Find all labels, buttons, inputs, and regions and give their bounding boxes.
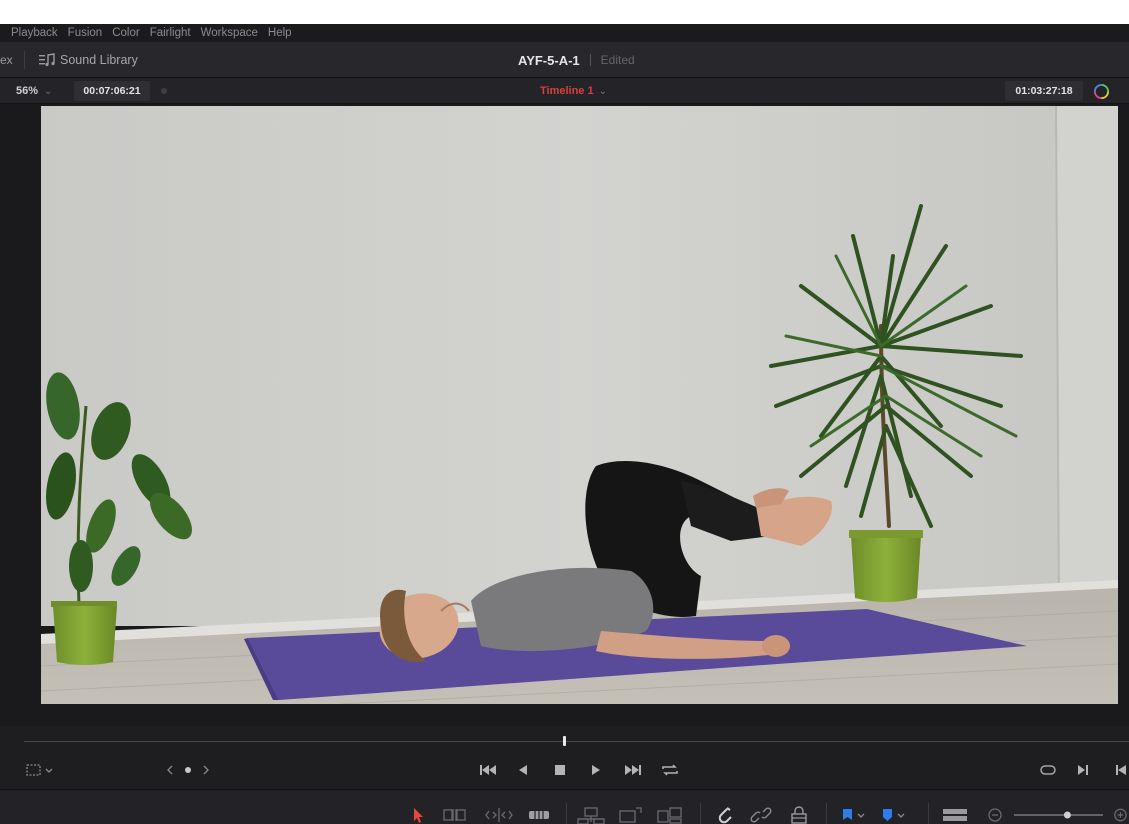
transport-controls <box>0 748 1129 790</box>
zoom-in-icon[interactable] <box>1110 805 1129 824</box>
timeline-selector[interactable]: Timeline 1 ⌄ <box>540 78 607 104</box>
divider <box>700 803 701 824</box>
menu-fairlight[interactable]: Fairlight <box>150 27 191 39</box>
menu-color[interactable]: Color <box>112 27 139 39</box>
marker-icon[interactable] <box>878 805 908 824</box>
safe-area-icon[interactable] <box>26 762 56 778</box>
zoom-out-icon[interactable] <box>985 805 1005 824</box>
edit-toolbar <box>0 791 1129 824</box>
divider <box>928 803 929 824</box>
status-dot-icon <box>161 88 167 94</box>
project-status: Edited <box>600 53 635 67</box>
flag-icon[interactable] <box>838 805 868 824</box>
play-icon[interactable] <box>589 762 603 778</box>
blade-tool-icon[interactable] <box>527 805 551 824</box>
color-wheel-icon[interactable] <box>1093 83 1110 100</box>
menu-bar: Playback Fusion Color Fairlight Workspac… <box>0 24 1129 42</box>
loop-icon[interactable] <box>660 762 680 778</box>
snapping-icon[interactable] <box>713 805 735 824</box>
video-frame[interactable] <box>41 106 1118 704</box>
timeline-name: Timeline 1 <box>540 85 594 97</box>
menu-playback[interactable]: Playback <box>11 27 58 39</box>
position-lock-icon[interactable] <box>789 805 809 824</box>
trim-tool-icon[interactable] <box>442 805 468 824</box>
stop-icon[interactable] <box>553 762 567 778</box>
record-timecode: 01:03:27:18 <box>1005 81 1083 101</box>
scrubber-track[interactable] <box>24 741 1129 742</box>
linked-selection-icon[interactable] <box>750 805 772 824</box>
zoom-slider-handle[interactable] <box>1063 811 1071 819</box>
sound-library-button[interactable]: Sound Library <box>39 53 138 67</box>
insert-clip-icon[interactable] <box>576 805 606 824</box>
chevron-down-icon: ⌄ <box>44 85 53 97</box>
menu-fusion[interactable]: Fusion <box>68 27 103 39</box>
menu-help[interactable]: Help <box>268 27 292 39</box>
sound-library-label: Sound Library <box>60 53 138 67</box>
zoom-dropdown[interactable]: 56% ⌄ <box>16 78 52 104</box>
selection-tool-icon[interactable] <box>410 805 426 824</box>
divider <box>589 54 591 66</box>
timeline-view-icon[interactable] <box>940 805 970 824</box>
sound-library-icon <box>39 53 55 67</box>
viewer-header: 56% ⌄ 00:07:06:21 Timeline 1 ⌄ 01:03:27:… <box>0 78 1129 104</box>
dynamic-trim-icon[interactable] <box>484 805 514 824</box>
scrubber-bar[interactable] <box>0 726 1129 748</box>
viewer-panel <box>0 104 1129 726</box>
resolve-app: Playback Fusion Color Fairlight Workspac… <box>0 24 1129 824</box>
replace-clip-icon[interactable] <box>655 805 685 824</box>
go-to-end-icon[interactable] <box>1114 762 1128 778</box>
index-button-label[interactable]: ex <box>0 53 24 67</box>
zoom-slider[interactable] <box>1011 805 1106 824</box>
playhead-handle[interactable] <box>563 736 566 746</box>
jog-control-icon[interactable] <box>166 762 210 778</box>
overwrite-clip-icon[interactable] <box>618 805 644 824</box>
menu-workspace[interactable]: Workspace <box>201 27 258 39</box>
go-to-start-icon[interactable] <box>478 762 498 778</box>
project-name: AYF-5-A-1 <box>518 52 580 68</box>
source-timecode: 00:07:06:21 <box>74 81 150 101</box>
go-to-end-icon[interactable] <box>623 762 643 778</box>
divider <box>826 803 827 824</box>
divider <box>566 803 567 824</box>
chevron-down-icon: ⌄ <box>598 85 607 97</box>
play-reverse-icon[interactable] <box>516 762 530 778</box>
title-bar: ex Sound Library AYF-5-A-1 Edited <box>0 42 1129 78</box>
zoom-value: 56% <box>16 85 39 97</box>
divider <box>24 51 25 69</box>
match-frame-icon[interactable] <box>1038 762 1058 778</box>
next-clip-icon[interactable] <box>1076 762 1090 778</box>
